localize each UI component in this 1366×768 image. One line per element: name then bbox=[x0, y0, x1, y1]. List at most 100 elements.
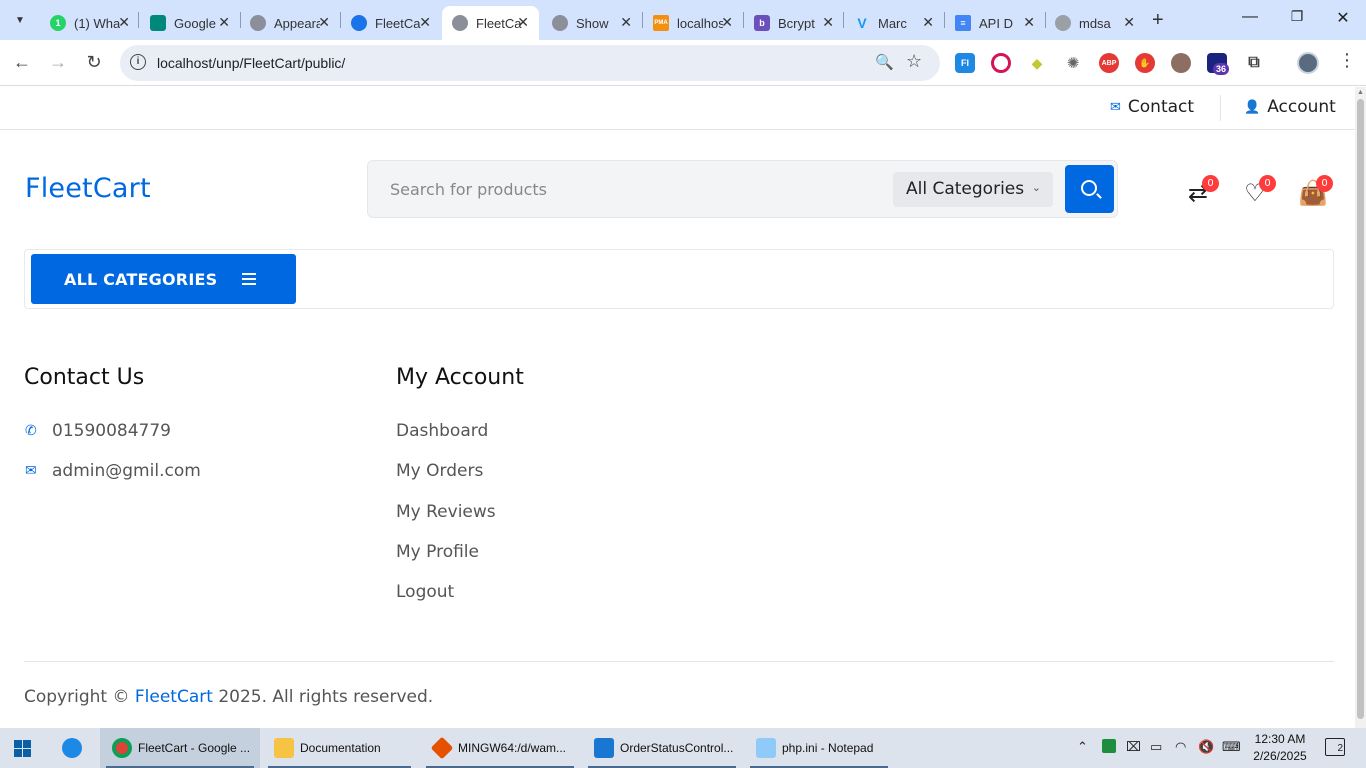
close-icon[interactable]: ✕ bbox=[1123, 14, 1135, 31]
bookmark-star-icon[interactable]: ☆ bbox=[906, 51, 922, 72]
tab-google-meet[interactable]: Google Meet ✕ bbox=[140, 6, 240, 40]
cookie-icon[interactable] bbox=[1171, 53, 1191, 73]
close-icon[interactable]: ✕ bbox=[218, 14, 230, 31]
close-icon[interactable]: ✕ bbox=[822, 14, 834, 31]
url-text[interactable]: localhost/unp/FleetCart/public/ bbox=[157, 55, 345, 71]
mail-icon: ✉ bbox=[1110, 99, 1121, 115]
zoom-icon[interactable]: 🔍 bbox=[875, 53, 894, 71]
folder-icon bbox=[274, 738, 294, 758]
tab-fleetcart-active[interactable]: FleetCart ✕ bbox=[442, 6, 539, 40]
site-info-icon[interactable]: i bbox=[130, 54, 146, 70]
docs-icon: ≡ bbox=[955, 15, 971, 31]
close-icon[interactable]: ✕ bbox=[419, 14, 431, 31]
new-tab-plus-icon[interactable]: + bbox=[1152, 9, 1164, 32]
copyright-text: Copyright © FleetCart 2025. All rights r… bbox=[24, 687, 433, 707]
profile-avatar[interactable] bbox=[1297, 52, 1319, 74]
battery-icon[interactable]: ▭ bbox=[1150, 739, 1162, 755]
reload-icon[interactable]: ↻ bbox=[83, 52, 105, 73]
tab-appearance[interactable]: Appearance ✕ bbox=[240, 6, 340, 40]
taskbar-app-label: php.ini - Notepad bbox=[782, 741, 874, 755]
category-navigation-bar: ALL CATEGORIES bbox=[24, 249, 1334, 309]
taskbar-app-vscode[interactable]: OrderStatusControl... bbox=[582, 728, 742, 768]
category-select[interactable]: All Categories ⌄ bbox=[893, 172, 1053, 207]
close-icon[interactable]: ✕ bbox=[517, 14, 529, 31]
tab-api-docs[interactable]: ≡ API D ✕ bbox=[945, 6, 1045, 40]
close-icon[interactable]: ✕ bbox=[922, 14, 934, 31]
tab-whatsapp[interactable]: 1 (1) WhatsApp ✕ bbox=[40, 6, 140, 40]
tab-phpmyadmin[interactable]: PMA localhost ✕ bbox=[643, 6, 743, 40]
extension-gem-icon[interactable]: ◆ bbox=[1027, 53, 1047, 73]
compare-count-badge: 0 bbox=[1202, 175, 1219, 192]
tab-marc[interactable]: V Marc ✕ bbox=[844, 6, 944, 40]
tray-device-icon[interactable]: ⌧ bbox=[1126, 739, 1141, 755]
close-icon[interactable]: ✕ bbox=[118, 14, 130, 31]
my-account-heading: My Account bbox=[396, 365, 524, 390]
taskbar-app-git-bash[interactable]: MINGW64:/d/wam... bbox=[420, 728, 580, 768]
scrollbar-thumb[interactable] bbox=[1357, 99, 1364, 719]
contact-email[interactable]: admin@gmil.com bbox=[52, 461, 201, 481]
address-bar[interactable]: i localhost/unp/FleetCart/public/ 🔍 ☆ bbox=[120, 45, 940, 81]
search-button[interactable] bbox=[1065, 165, 1114, 213]
keyboard-icon[interactable]: ⌨ bbox=[1222, 739, 1241, 755]
volume-muted-icon[interactable]: 🔇 bbox=[1198, 739, 1214, 755]
notification-center-icon[interactable]: 2 bbox=[1325, 738, 1345, 756]
close-icon[interactable]: ✕ bbox=[721, 14, 733, 31]
hamburger-menu-icon bbox=[242, 273, 256, 288]
tab-github[interactable]: mdsa ✕ bbox=[1045, 6, 1145, 40]
footer-link-my-profile[interactable]: My Profile bbox=[396, 542, 479, 562]
clock-time: 12:30 AM bbox=[1254, 732, 1306, 746]
taskbar-app-notepad[interactable]: php.ini - Notepad bbox=[744, 728, 894, 768]
account-link[interactable]: 👤 Account bbox=[1244, 97, 1336, 117]
all-categories-button[interactable]: ALL CATEGORIES bbox=[31, 254, 296, 304]
taskbar-app-explorer[interactable]: Documentation bbox=[262, 728, 417, 768]
contact-phone[interactable]: 01590084779 bbox=[52, 421, 171, 441]
tab-title: FleetCart bbox=[375, 15, 421, 31]
forward-arrow-icon[interactable]: → bbox=[47, 52, 69, 73]
page-scrollbar[interactable]: ▲ bbox=[1355, 87, 1366, 728]
phpmyadmin-icon: PMA bbox=[653, 15, 669, 31]
extension-gear-icon[interactable]: ✺ bbox=[1063, 53, 1083, 73]
search-input[interactable]: Search for products bbox=[390, 180, 547, 199]
kebab-menu-icon[interactable]: ⋮ bbox=[1338, 50, 1356, 71]
taskbar-app-chrome[interactable]: FleetCart - Google ... bbox=[100, 728, 260, 768]
wifi-icon[interactable]: ◠ bbox=[1175, 739, 1186, 755]
window-close-icon[interactable]: ✕ bbox=[1333, 8, 1353, 28]
site-logo[interactable]: FleetCart bbox=[25, 173, 151, 204]
windows-taskbar: FleetCart - Google ... Documentation MIN… bbox=[0, 728, 1366, 768]
tab-bcrypt[interactable]: b Bcrypt ✕ bbox=[744, 6, 844, 40]
extension-fi-icon[interactable]: FI bbox=[955, 53, 975, 73]
footer-link-my-reviews[interactable]: My Reviews bbox=[396, 502, 496, 522]
copyright-brand-link[interactable]: FleetCart bbox=[135, 687, 213, 707]
tray-chevron-up-icon[interactable]: ⌃ bbox=[1077, 739, 1088, 755]
footer-link-dashboard[interactable]: Dashboard bbox=[396, 421, 488, 441]
user-icon: 👤 bbox=[1244, 99, 1261, 115]
adblock-plus-icon[interactable]: ABP bbox=[1099, 53, 1119, 73]
windows-start-icon[interactable] bbox=[14, 740, 31, 757]
back-arrow-icon[interactable]: ← bbox=[11, 52, 33, 73]
cart-count-badge: 0 bbox=[1316, 175, 1333, 192]
close-icon[interactable]: ✕ bbox=[318, 14, 330, 31]
system-clock[interactable]: 12:30 AM 2/26/2025 bbox=[1250, 731, 1310, 765]
tray-app-icon[interactable] bbox=[1102, 739, 1116, 753]
close-icon[interactable]: ✕ bbox=[1023, 14, 1035, 31]
close-icon[interactable]: ✕ bbox=[620, 14, 632, 31]
restore-icon[interactable]: ❐ bbox=[1287, 8, 1307, 25]
extension-color-icon[interactable] bbox=[991, 53, 1011, 73]
tab-fleetcart[interactable]: FleetCart ✕ bbox=[341, 6, 441, 40]
extension-red-icon[interactable]: ✋ bbox=[1135, 53, 1155, 73]
taskbar-edge[interactable] bbox=[50, 728, 98, 768]
taskbar-app-label: MINGW64:/d/wam... bbox=[458, 741, 567, 755]
tab-search-chevron-icon[interactable]: ▼ bbox=[8, 8, 32, 32]
contact-link[interactable]: ✉ Contact bbox=[1110, 97, 1194, 117]
footer-link-my-orders[interactable]: My Orders bbox=[396, 461, 483, 481]
copyright-prefix: Copyright © bbox=[24, 687, 130, 707]
wishlist-count-badge: 0 bbox=[1259, 175, 1276, 192]
tab-title: Show bbox=[576, 15, 609, 31]
tab-show[interactable]: Show ✕ bbox=[542, 6, 642, 40]
footer-link-logout[interactable]: Logout bbox=[396, 582, 454, 602]
scroll-up-icon[interactable]: ▲ bbox=[1357, 89, 1364, 96]
mail-icon: ✉ bbox=[25, 463, 37, 479]
globe-icon bbox=[250, 15, 266, 31]
puzzle-extensions-icon[interactable]: ⧉ bbox=[1244, 53, 1264, 73]
minimize-icon[interactable]: — bbox=[1240, 8, 1260, 26]
